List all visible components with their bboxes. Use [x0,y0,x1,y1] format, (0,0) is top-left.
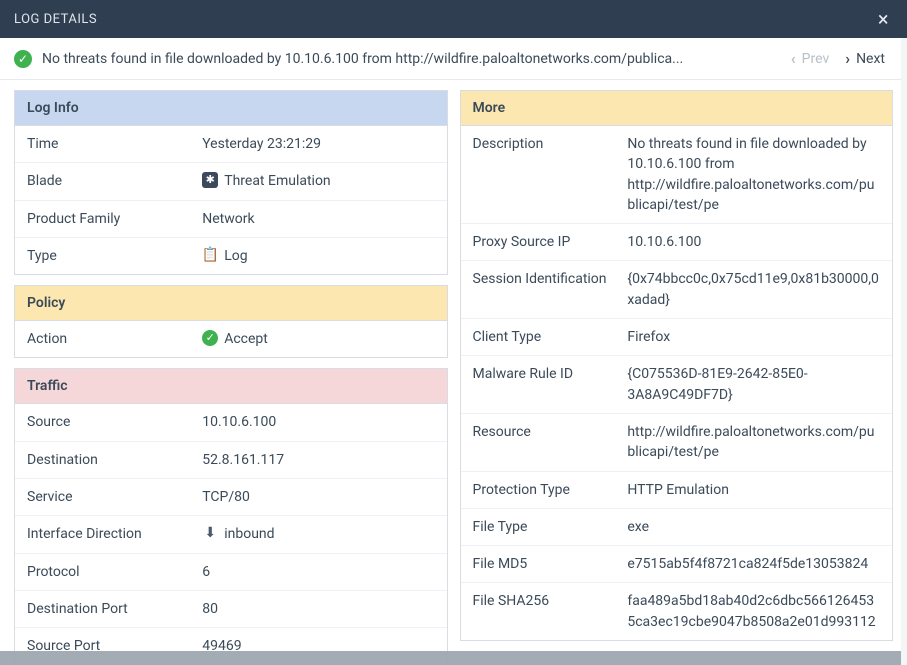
label-destination: Destination [27,450,202,470]
row-product-family: Product Family Network [15,201,447,238]
vertical-scrollbar[interactable] [901,38,907,665]
inbound-icon: ⬇ [202,525,218,541]
value-type: Log [224,246,247,266]
label-destination-port: Destination Port [27,599,202,619]
label-file-type: File Type [473,517,628,537]
panel-more: More Description No threats found in fil… [460,90,894,641]
content-area: Log Info Time Yesterday 23:21:29 Blade ✱… [0,80,907,665]
value-interface-direction: inbound [224,524,274,544]
value-session-id: {0x74bbcc0c,0x75cd11e9,0x81b30000,0xadad… [627,269,880,310]
label-protection-type: Protection Type [473,480,628,500]
row-destination-port: Destination Port 80 [15,591,447,628]
prev-button[interactable]: ‹ Prev [783,45,838,72]
value-resource: http://wildfire.paloaltonetworks.com/pub… [627,422,880,463]
label-client-type: Client Type [473,327,628,347]
label-type: Type [27,246,202,266]
row-time: Time Yesterday 23:21:29 [15,126,447,163]
row-source: Source 10.10.6.100 [15,404,447,441]
value-malware-rule-id: {C075536D-81E9-2642-85E0-3A8A9C49DF7D} [627,364,880,405]
panel-log-info: Log Info Time Yesterday 23:21:29 Blade ✱… [14,90,448,275]
left-column: Log Info Time Yesterday 23:21:29 Blade ✱… [0,80,454,665]
value-blade: Threat Emulation [224,171,330,191]
value-proxy-source-ip: 10.10.6.100 [627,232,701,252]
row-file-sha256: File SHA256 faa489a5bd18ab40d2c6dbc56612… [461,583,893,640]
label-malware-rule-id: Malware Rule ID [473,364,628,384]
label-product-family: Product Family [27,209,202,229]
row-protocol: Protocol 6 [15,554,447,591]
summary-bar: ✓ No threats found in file downloaded by… [0,38,907,80]
right-column: More Description No threats found in fil… [454,80,907,665]
clipboard-icon: 📋 [202,247,218,263]
label-file-md5: File MD5 [473,554,628,574]
panel-header-policy: Policy [15,286,447,321]
row-blade: Blade ✱ Threat Emulation [15,163,447,200]
close-icon[interactable]: × [874,7,893,31]
summary-message: No threats found in file downloaded by 1… [42,51,783,67]
next-button[interactable]: › Next [837,45,893,72]
row-destination: Destination 52.8.161.117 [15,442,447,479]
status-ok-icon: ✓ [14,50,32,68]
value-client-type: Firefox [627,327,670,347]
value-destination-port: 80 [202,599,218,619]
row-service: Service TCP/80 [15,479,447,516]
row-protection-type: Protection Type HTTP Emulation [461,472,893,509]
value-source: 10.10.6.100 [202,412,276,432]
prev-label: Prev [802,51,830,67]
row-proxy-source-ip: Proxy Source IP 10.10.6.100 [461,224,893,261]
panel-header-more: More [461,91,893,126]
value-destination: 52.8.161.117 [202,450,284,470]
value-time: Yesterday 23:21:29 [202,134,321,154]
label-action: Action [27,329,202,349]
row-type: Type 📋 Log [15,238,447,274]
label-source: Source [27,412,202,432]
row-resource: Resource http://wildfire.paloaltonetwork… [461,414,893,472]
label-time: Time [27,134,202,154]
accept-icon: ✓ [202,330,218,346]
value-description: No threats found in file downloaded by 1… [627,134,880,215]
value-file-type: exe [627,517,649,537]
panel-traffic: Traffic Source 10.10.6.100 Destination 5… [14,368,448,665]
next-label: Next [856,51,885,67]
row-malware-rule-id: Malware Rule ID {C075536D-81E9-2642-85E0… [461,356,893,414]
label-file-sha256: File SHA256 [473,591,628,611]
window-title: LOG DETAILS [14,12,97,27]
value-file-md5: e7515ab5f4f8721ca824f5de13053824 [627,554,868,574]
label-description: Description [473,134,628,154]
value-file-sha256: faa489a5bd18ab40d2c6dbc5661264535ca3ec19… [627,591,880,632]
threat-emulation-icon: ✱ [202,172,218,188]
row-description: Description No threats found in file dow… [461,126,893,224]
row-action: Action ✓ Accept [15,321,447,357]
titlebar: LOG DETAILS × [0,0,907,38]
label-resource: Resource [473,422,628,442]
footer-bar [0,651,901,665]
chevron-right-icon: › [845,49,850,68]
value-protection-type: HTTP Emulation [627,480,729,500]
label-interface-direction: Interface Direction [27,524,202,544]
row-client-type: Client Type Firefox [461,319,893,356]
panel-header-log-info: Log Info [15,91,447,126]
row-file-type: File Type exe [461,509,893,546]
row-session-id: Session Identification {0x74bbcc0c,0x75c… [461,261,893,319]
value-protocol: 6 [202,562,210,582]
label-service: Service [27,487,202,507]
row-file-md5: File MD5 e7515ab5f4f8721ca824f5de1305382… [461,546,893,583]
label-protocol: Protocol [27,562,202,582]
panel-header-traffic: Traffic [15,369,447,404]
value-service: TCP/80 [202,487,250,507]
row-interface-direction: Interface Direction ⬇ inbound [15,516,447,553]
value-action: Accept [224,329,268,349]
label-session-id: Session Identification [473,269,628,289]
value-product-family: Network [202,209,254,229]
label-blade: Blade [27,171,202,191]
panel-policy: Policy Action ✓ Accept [14,285,448,358]
chevron-left-icon: ‹ [791,49,796,68]
label-proxy-source-ip: Proxy Source IP [473,232,628,252]
